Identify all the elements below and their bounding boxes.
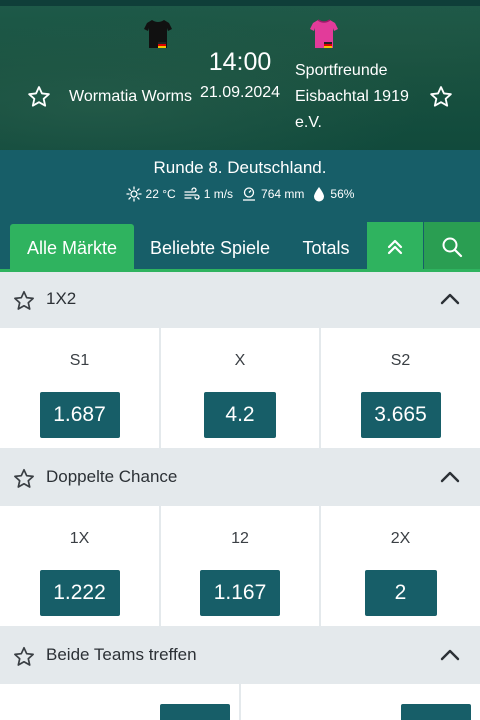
market-title: 1X2 [46,289,77,308]
outcome-cell: 2X 2 [321,506,480,626]
search-icon [442,237,463,258]
market-title: Doppelte Chance [46,467,178,486]
market-header-beide-teams-treffen[interactable]: Beide Teams treffen [0,628,480,684]
search-button[interactable] [424,222,480,272]
sun-icon [125,186,142,202]
tab-beliebte-spiele[interactable]: Beliebte Spiele [140,224,280,272]
outcome-label: S2 [390,352,411,369]
outcome-cell [241,684,480,720]
odds-button[interactable] [401,704,471,720]
outcome-cell: S1 1.687 [0,328,159,448]
collapse-all-button[interactable] [367,222,423,272]
away-jersey-icon [310,19,338,48]
weather-pressure: 764 mm [241,186,304,202]
market-title: Beide Teams treffen [46,645,197,664]
outcome-cell: 12 1.167 [161,506,319,626]
home-jersey-icon [144,20,172,48]
chevron-up-icon[interactable] [440,292,460,306]
odds-button[interactable]: 2 [364,570,437,616]
odds-button[interactable]: 1.167 [200,570,280,616]
weather-humidity: 56% [312,186,354,202]
chevron-up-icon[interactable] [440,648,460,662]
outcome-cell: S2 3.665 [321,328,480,448]
market-header-1x2[interactable]: 1X2 [0,272,480,328]
odds-button[interactable] [160,704,230,720]
market-outcomes-1x2: S1 1.687 X 4.2 S2 3.665 [0,328,480,450]
away-team-name-line3: e.V. [295,114,322,131]
outcome-label: 2X [390,530,411,547]
odds-button[interactable]: 4.2 [204,392,276,438]
outcome-label: 1X [69,530,90,547]
odds-button[interactable]: 1.687 [39,392,120,438]
outcome-cell [0,684,239,720]
weather-temperature: 22 °C [125,186,176,202]
favorite-market-star-icon[interactable] [12,289,36,313]
odds-button[interactable]: 1.222 [39,570,120,616]
double-chevron-up-icon [387,239,403,255]
pressure-icon [243,187,256,201]
market-outcomes-beide-teams-treffen [0,684,480,720]
weather-wind: 1 m/s [184,186,233,202]
odds-button[interactable]: 3.665 [360,392,441,438]
away-team-name-line2: Eisbachtal 1919 [295,88,409,105]
humidity-icon [314,187,325,202]
outcome-cell: X 4.2 [161,328,319,448]
outcome-label: S1 [69,352,90,369]
home-team-name: Wormatia Worms [69,88,192,105]
tab-alle-maerkte[interactable]: Alle Märkte [10,224,134,272]
kickoff-date: 21.09.2024 [199,84,281,101]
favorite-away-star-icon[interactable] [428,84,454,110]
tab-totals[interactable]: Totals [292,224,360,272]
market-tabs: Alle Märkte Beliebte Spiele Totals [0,222,480,272]
outcome-label: 12 [231,530,249,547]
market-outcomes-doppelte-chance: 1X 1.222 12 1.167 2X 2 [0,506,480,628]
favorite-home-star-icon[interactable] [26,84,52,110]
status-strip [0,0,480,6]
kickoff-time: 14:00 [208,48,272,76]
round-title: Runde 8. Deutschland. [153,158,327,177]
wind-icon [184,187,200,200]
weather-info: 22 °C 1 m/s 764 mm 56% [0,186,480,202]
chevron-up-icon[interactable] [440,470,460,484]
favorite-market-star-icon[interactable] [12,467,36,491]
favorite-market-star-icon[interactable] [12,645,36,669]
away-team-name-line1: Sportfreunde [295,62,388,79]
market-header-doppelte-chance[interactable]: Doppelte Chance [0,450,480,506]
outcome-cell: 1X 1.222 [0,506,159,626]
match-header: Wormatia Worms 14:00 21.09.2024 Sportfre… [0,0,480,150]
outcome-label: X [234,352,246,369]
